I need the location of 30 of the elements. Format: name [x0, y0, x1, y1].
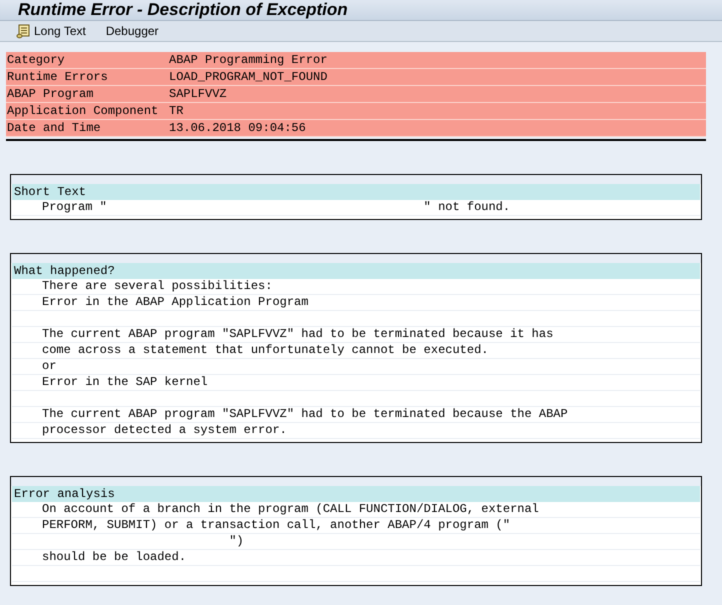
long-text-button[interactable]: Long Text: [12, 21, 90, 41]
text-line: The current ABAP program "SAPLFVVZ" had to be terminated because it has: [12, 327, 700, 343]
field-label: Date and Time: [6, 120, 102, 136]
field-value: SAPLFVVZ: [169, 86, 227, 102]
text-line: processor detected a system error.: [12, 423, 700, 439]
text-line: PERFORM, SUBMIT) or a transaction call, another ABAP/4 program (": [12, 518, 700, 534]
field-value: TR: [169, 103, 184, 119]
field-label: Runtime Errors: [6, 69, 109, 85]
debugger-button[interactable]: Debugger: [102, 22, 163, 40]
text-line: There are several possibilities:: [12, 279, 700, 295]
field-value: 13.06.2018 09:04:56: [169, 120, 306, 136]
section-heading: What happened?: [12, 263, 700, 279]
text-line: "): [12, 534, 700, 550]
scroll-icon: [16, 23, 32, 39]
text-line: come across a statement that unfortunately cannot be executed.: [12, 343, 700, 359]
text-line: On account of a branch in the program (CALL FUNCTION/DIALOG, external: [12, 502, 700, 518]
text-line: should be be loaded.: [12, 550, 700, 566]
text-line: The current ABAP program "SAPLFVVZ" had to be terminated because the ABAP: [12, 407, 700, 423]
text-line: Error in the ABAP Application Program: [12, 295, 700, 311]
field-label: Application Component: [6, 103, 160, 119]
section-heading: Error analysis: [12, 486, 700, 502]
text-line: or: [12, 359, 700, 375]
field-value: ABAP Programming Error: [169, 52, 328, 68]
section-heading: Short Text: [12, 184, 700, 200]
field-label: Category: [6, 52, 66, 68]
window-title: Runtime Error - Description of Exception: [18, 0, 348, 20]
field-label: ABAP Program: [6, 86, 94, 102]
field-value: LOAD_PROGRAM_NOT_FOUND: [169, 69, 328, 85]
text-line: Error in the SAP kernel: [12, 375, 700, 391]
text-line: Program " " not found.: [12, 200, 700, 216]
